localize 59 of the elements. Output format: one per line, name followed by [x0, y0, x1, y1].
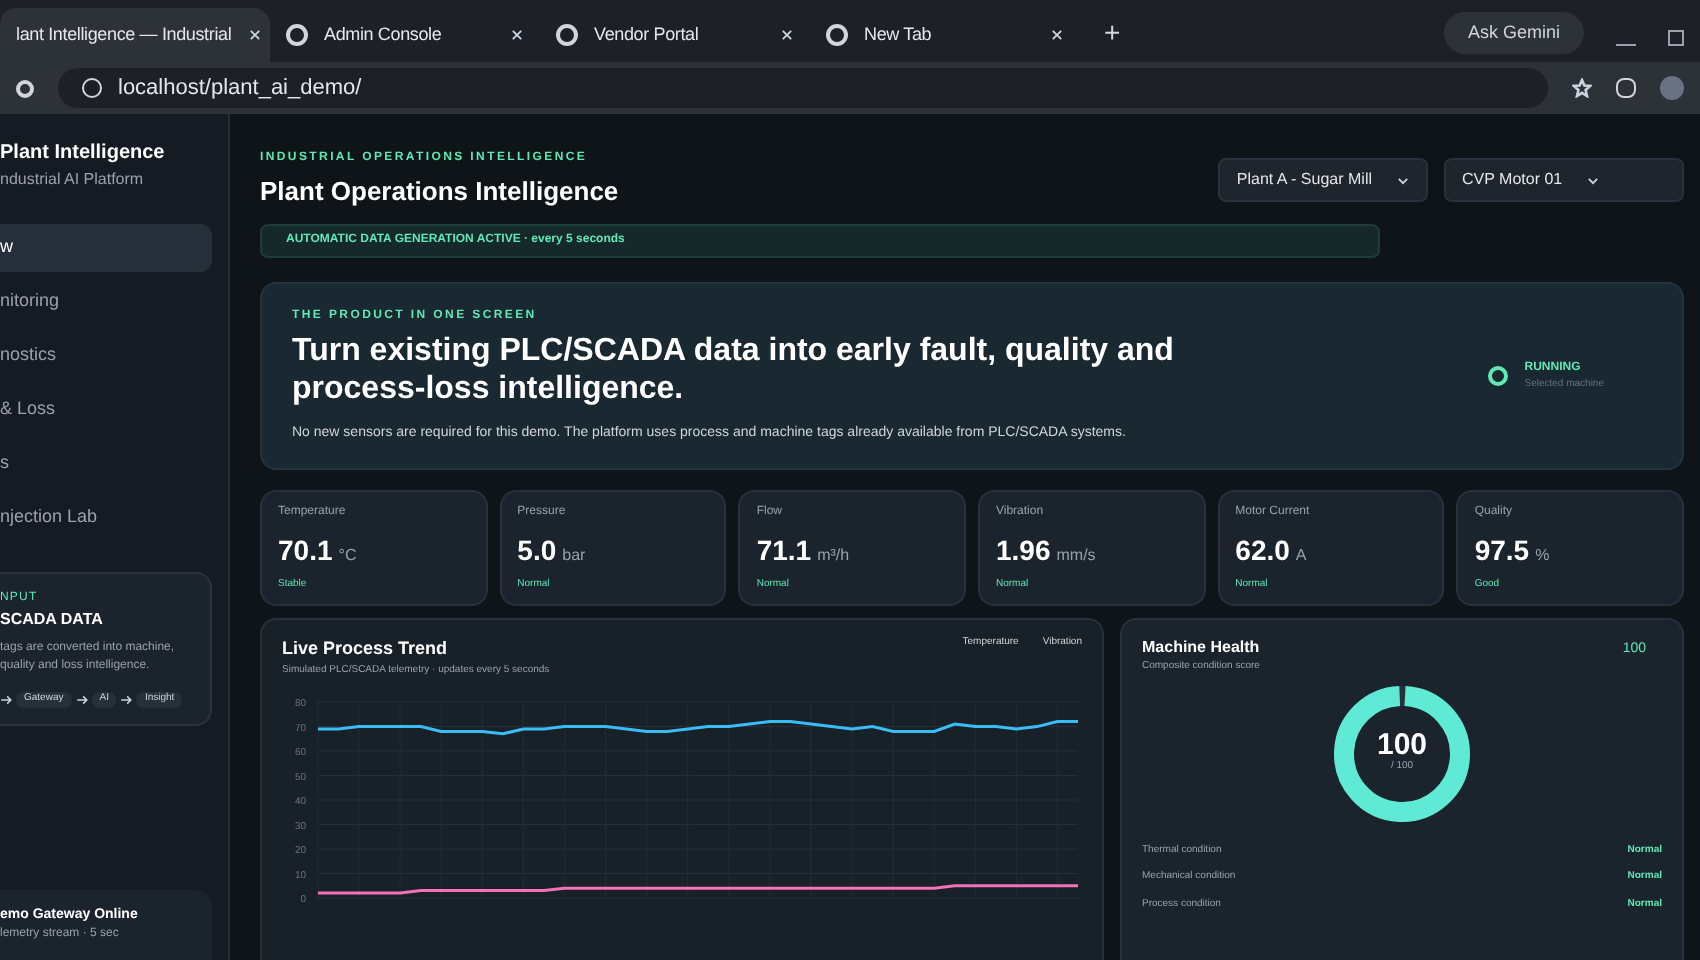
brand-name: Plant Intelligence [0, 140, 167, 168]
plant-dropdown[interactable]: Plant A - Sugar Mill [1218, 158, 1428, 202]
metric-value: 70.1 [278, 532, 333, 570]
status-ring-icon [1488, 365, 1509, 386]
browser-tab[interactable]: lant Intelligence — Industrial [0, 8, 270, 62]
page-title: Plant Operations Intelligence [260, 174, 621, 210]
metric-unit: °C [338, 544, 357, 568]
extensions-icon[interactable] [1616, 78, 1636, 98]
browser-tab[interactable]: New Tab [810, 8, 1080, 62]
metric-unit: % [1535, 544, 1550, 568]
card-title: SCADA DATA [0, 608, 105, 632]
info-icon [82, 78, 102, 98]
metric-value: 5.0 [517, 532, 557, 570]
globe-icon [556, 24, 578, 46]
brand-subtitle: ndustrial AI Platform [0, 168, 146, 192]
nav-item[interactable]: nostics [0, 332, 212, 380]
tab-title: lant Intelligence — Industrial [16, 21, 232, 48]
close-icon[interactable] [1050, 28, 1064, 42]
arrow-icon [0, 693, 12, 706]
globe-icon [826, 24, 848, 46]
nav-item[interactable]: s [0, 440, 212, 488]
close-icon[interactable] [510, 28, 524, 42]
reload-icon[interactable] [16, 79, 34, 97]
globe-icon [286, 24, 308, 46]
maximize-icon[interactable] [1668, 30, 1684, 46]
nav-item[interactable]: & Loss [0, 386, 212, 434]
trend-title: Live Process Trend [282, 636, 450, 662]
metric-unit: mm/s [1056, 544, 1096, 568]
caret-icon [1586, 173, 1601, 187]
metric-unit: m³/h [817, 544, 850, 568]
tab-title: Admin Console [324, 21, 444, 48]
metric-value: 1.96 [995, 532, 1051, 570]
star-icon[interactable] [1572, 78, 1592, 98]
machine-dropdown[interactable]: CVP Motor 01 [1444, 158, 1684, 202]
close-icon[interactable] [780, 28, 794, 42]
arrow-icon [75, 693, 88, 706]
browser-tab[interactable]: Vendor Portal [540, 8, 810, 62]
caret-icon [1396, 173, 1410, 187]
arrow-icon [120, 693, 133, 706]
tab-title: New Tab [864, 21, 934, 48]
gauge-score: 100 [1376, 730, 1428, 761]
metric-value: 97.5 [1474, 532, 1530, 570]
ask-button[interactable]: Ask Gemini [1443, 11, 1584, 54]
metric-unit: bar [562, 544, 586, 568]
browser-tab[interactable]: Admin Console [270, 8, 540, 62]
metric-value: 62.0 [1235, 532, 1290, 570]
metric-value: 71.1 [756, 532, 812, 570]
hero-headline: Turn existing PLC/SCADA data into early fault, quality and process-loss intelligence. [292, 331, 1176, 407]
close-icon[interactable] [247, 28, 262, 42]
profile-avatar[interactable] [1660, 76, 1684, 100]
health-title: Machine Health [1142, 636, 1262, 660]
nav-item[interactable]: njection Lab [0, 494, 212, 542]
nav-item[interactable]: nitoring [0, 278, 212, 326]
tab-title: Vendor Portal [594, 21, 701, 48]
health-gauge [1332, 683, 1472, 823]
metric-unit: A [1295, 544, 1307, 568]
new-tab-button[interactable]: + [1104, 12, 1121, 54]
nav-item[interactable]: w [0, 224, 212, 272]
address-field[interactable]: localhost/plant_ai_demo/ [58, 68, 1548, 108]
